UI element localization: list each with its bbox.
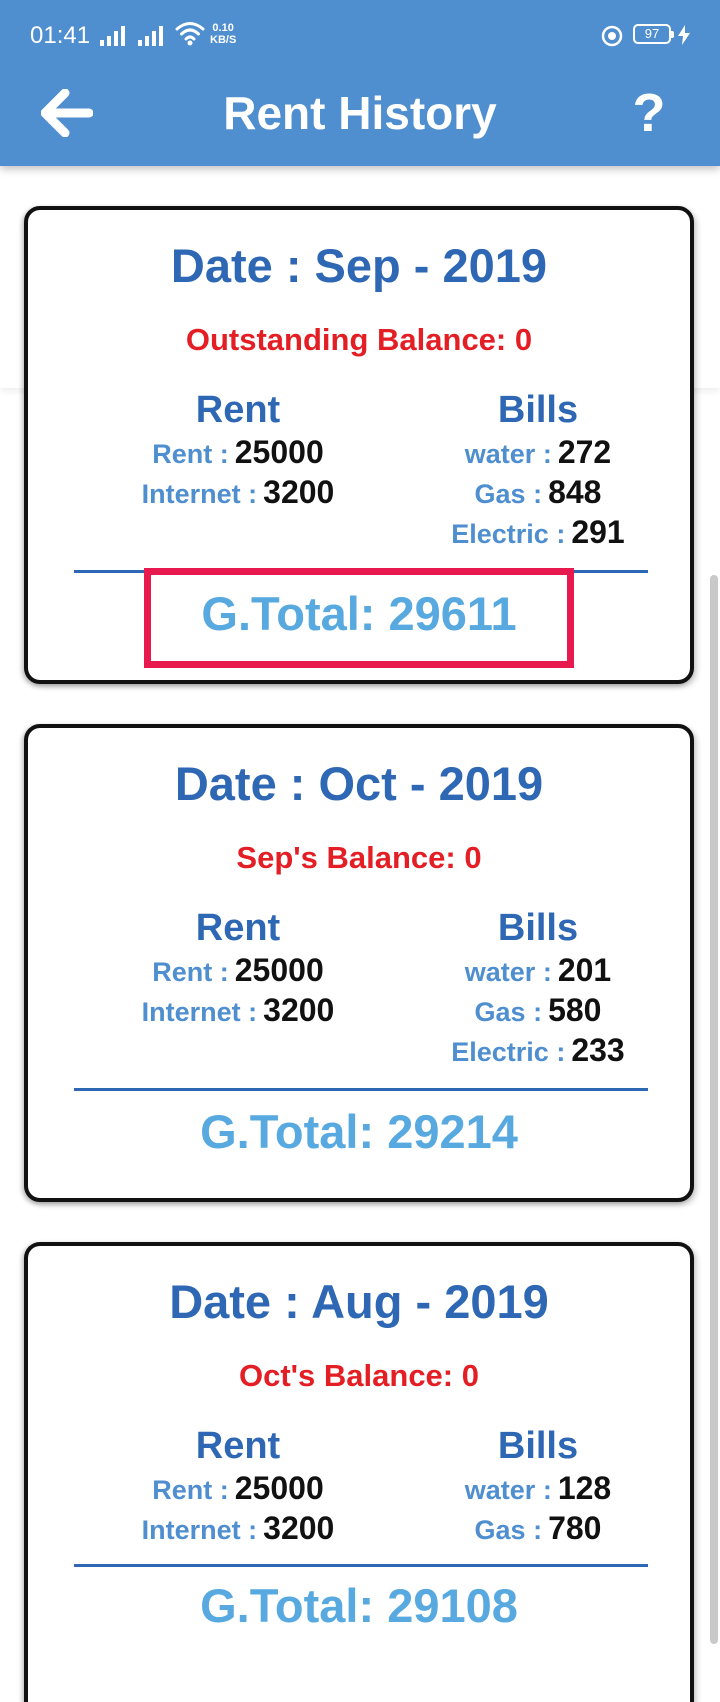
item-label: Rent : xyxy=(152,957,229,987)
card-balance: Oct's Balance: 0 xyxy=(239,1358,479,1393)
item-label: water : xyxy=(464,957,552,987)
card-balance: Sep's Balance: 0 xyxy=(236,840,482,875)
do-not-disturb-icon xyxy=(601,25,623,47)
page-title: Rent History xyxy=(223,87,497,139)
help-button[interactable]: ? xyxy=(618,82,680,144)
network-speed-unit: KB/S xyxy=(210,34,237,46)
signal-icon-sim1 xyxy=(100,24,125,46)
electric-item: Electric : 233 xyxy=(378,1030,698,1070)
item-label: water : xyxy=(464,1475,552,1505)
gas-item: Gas : 780 xyxy=(378,1508,698,1548)
item-value: 25000 xyxy=(234,434,324,470)
item-label: Gas : xyxy=(474,479,543,509)
item-label: Rent : xyxy=(152,1475,229,1505)
bills-column: Bills water : 272 Gas : 848 Electric : 2… xyxy=(378,388,698,552)
highlight-box xyxy=(144,568,574,668)
water-item: water : 128 xyxy=(378,1468,698,1508)
question-mark-icon: ? xyxy=(632,83,666,143)
status-time: 01:41 xyxy=(30,22,91,49)
item-label: Internet : xyxy=(141,1515,258,1545)
charging-icon xyxy=(678,25,690,45)
network-speed: 0.10 KB/S xyxy=(210,22,236,46)
item-value: 25000 xyxy=(234,952,324,988)
item-label: Gas : xyxy=(474,1515,543,1545)
internet-item: Internet : 3200 xyxy=(78,472,398,512)
item-value: 272 xyxy=(557,434,612,470)
water-item: water : 201 xyxy=(378,950,698,990)
card-date: Date : Aug - 2019 xyxy=(169,1275,549,1328)
rent-item: Rent : 25000 xyxy=(78,950,398,990)
battery-level: 97 xyxy=(644,26,660,41)
card-date: Date : Sep - 2019 xyxy=(170,239,548,292)
rent-heading: Rent xyxy=(195,907,281,949)
item-value: 128 xyxy=(557,1470,612,1506)
item-value: 580 xyxy=(548,992,602,1028)
item-value: 3200 xyxy=(263,992,335,1028)
item-label: Electric : xyxy=(451,1037,566,1067)
battery-icon: 97 xyxy=(633,24,674,44)
gas-item: Gas : 580 xyxy=(378,990,698,1030)
network-speed-value: 0.10 xyxy=(212,22,234,34)
grand-total: G.Total: 29108 xyxy=(200,1579,518,1632)
item-value: 848 xyxy=(548,474,602,510)
item-label: water : xyxy=(464,439,552,469)
divider xyxy=(74,1564,648,1567)
divider xyxy=(74,1088,648,1091)
bills-heading: Bills xyxy=(497,1425,579,1467)
app-bar: 01:41 0.10 KB/S 97 Rent History ? xyxy=(0,0,720,166)
rent-column: Rent Rent : 25000 Internet : 3200 xyxy=(78,906,398,1030)
bills-column: Bills water : 201 Gas : 580 Electric : 2… xyxy=(378,906,698,1070)
rent-column: Rent Rent : 25000 Internet : 3200 xyxy=(78,1424,398,1548)
internet-item: Internet : 3200 xyxy=(78,1508,398,1548)
gas-item: Gas : 848 xyxy=(378,472,698,512)
rent-heading: Rent xyxy=(195,389,281,431)
item-value: 780 xyxy=(548,1510,602,1546)
status-bar: 01:41 0.10 KB/S 97 xyxy=(0,0,720,72)
card-date: Date : Oct - 2019 xyxy=(174,757,544,810)
grand-total: G.Total: 29214 xyxy=(200,1105,518,1158)
arrow-left-icon xyxy=(41,89,93,137)
rent-history-screen: 01:41 0.10 KB/S 97 Rent History ? Date:… xyxy=(0,0,720,1702)
item-value: 3200 xyxy=(263,474,335,510)
rent-card[interactable]: Date : Aug - 2019 Oct's Balance: 0 Rent … xyxy=(24,1242,694,1702)
signal-icon-sim2 xyxy=(138,24,163,46)
item-label: Rent : xyxy=(152,439,229,469)
item-value: 291 xyxy=(571,514,625,550)
electric-item: Electric : 291 xyxy=(378,512,698,552)
card-balance: Outstanding Balance: 0 xyxy=(185,322,533,357)
bills-heading: Bills xyxy=(497,907,579,949)
item-label: Electric : xyxy=(451,519,566,549)
scrollbar[interactable] xyxy=(710,575,718,1644)
back-button[interactable] xyxy=(36,82,98,144)
rent-card[interactable]: Date : Oct - 2019 Sep's Balance: 0 Rent … xyxy=(24,724,694,1202)
rent-item: Rent : 25000 xyxy=(78,1468,398,1508)
rent-column: Rent Rent : 25000 Internet : 3200 xyxy=(78,388,398,512)
item-value: 25000 xyxy=(234,1470,324,1506)
bills-heading: Bills xyxy=(497,389,579,431)
wifi-icon xyxy=(175,22,205,46)
item-value: 233 xyxy=(571,1032,625,1068)
item-value: 201 xyxy=(557,952,612,988)
item-label: Internet : xyxy=(141,479,258,509)
rent-heading: Rent xyxy=(195,1425,281,1467)
item-label: Internet : xyxy=(141,997,258,1027)
water-item: water : 272 xyxy=(378,432,698,472)
item-value: 3200 xyxy=(263,1510,335,1546)
internet-item: Internet : 3200 xyxy=(78,990,398,1030)
bills-column: Bills water : 128 Gas : 780 xyxy=(378,1424,698,1548)
item-label: Gas : xyxy=(474,997,543,1027)
rent-item: Rent : 25000 xyxy=(78,432,398,472)
